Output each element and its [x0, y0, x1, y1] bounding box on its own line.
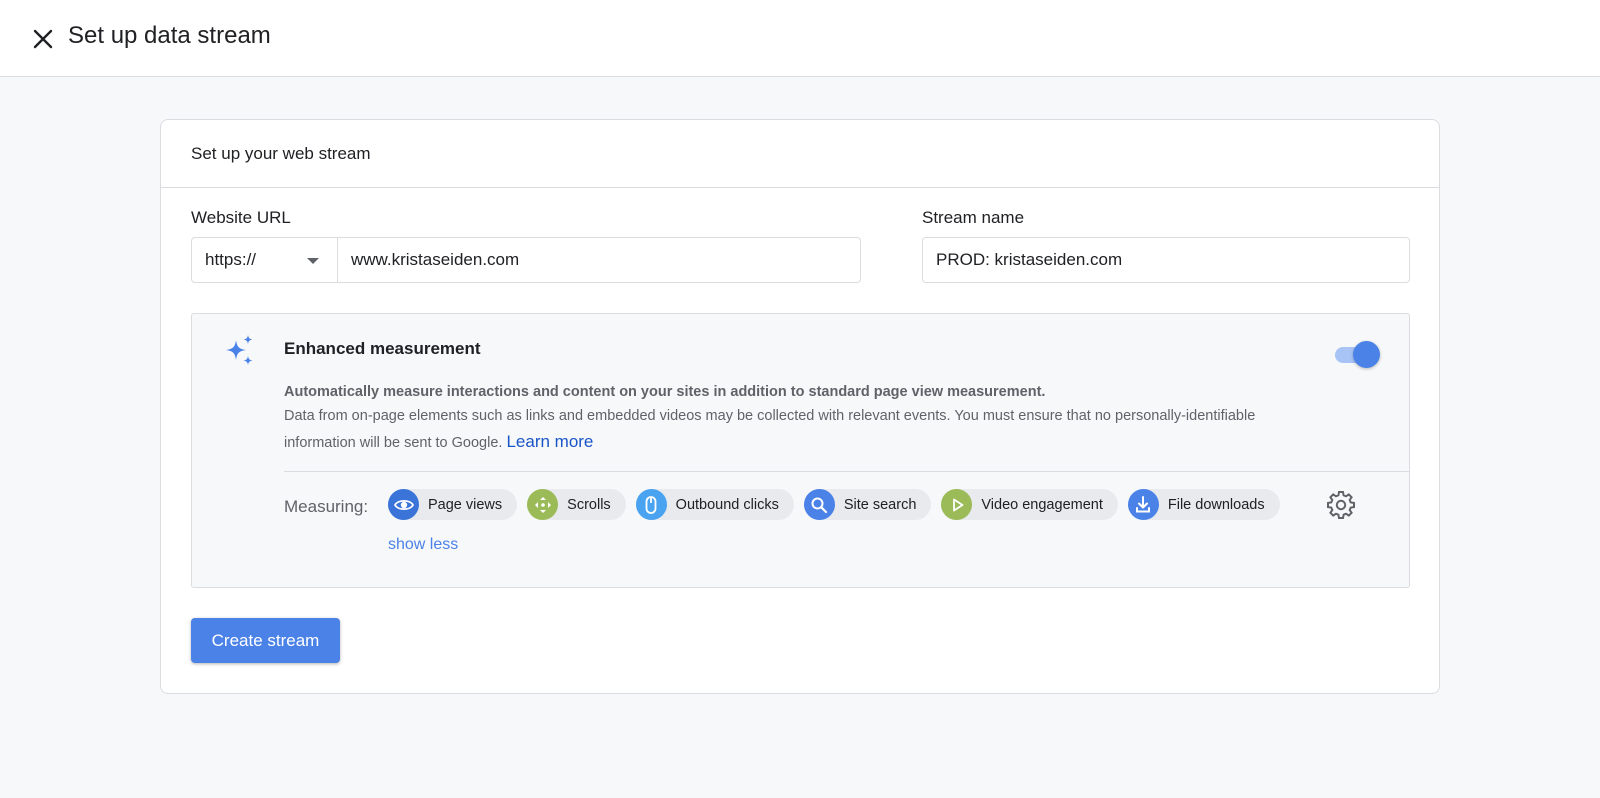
protocol-select[interactable]: https:// [192, 238, 338, 282]
chip-label: File downloads [1167, 496, 1265, 513]
chip-label: Scrolls [567, 496, 611, 513]
stream-name-field [922, 237, 1410, 283]
search-icon [803, 489, 835, 520]
page-title: Set up data stream [68, 22, 271, 49]
chip-file-downloads[interactable]: File downloads [1127, 489, 1280, 520]
chip-video-engagement[interactable]: Video engagement [941, 489, 1118, 520]
chip-scrolls[interactable]: Scrolls [527, 489, 626, 520]
mouse-icon [635, 489, 667, 520]
divider [284, 471, 1409, 472]
chip-site-search[interactable]: Site search [803, 489, 932, 520]
enhanced-measurement-title: Enhanced measurement [284, 339, 481, 358]
website-url-label: Website URL [191, 208, 291, 227]
chip-label: Video engagement [981, 496, 1103, 513]
close-button[interactable] [28, 24, 58, 54]
top-bar: Set up data stream [0, 0, 1600, 77]
scroll-arrows-icon [527, 489, 559, 520]
protocol-value: https:// [205, 250, 257, 269]
play-icon [941, 489, 973, 520]
website-url-input[interactable] [338, 238, 860, 282]
chip-label: Page views [428, 496, 503, 513]
toggle-knob [1353, 341, 1380, 368]
chip-label: Outbound clicks [675, 496, 779, 513]
enhanced-measurement-panel: Enhanced measurement Automatically measu… [191, 313, 1410, 588]
enhanced-measurement-description: Data from on-page elements such as links… [284, 404, 1294, 456]
download-icon [1127, 489, 1159, 520]
chevron-down-icon [307, 258, 319, 264]
card-header: Set up your web stream [161, 120, 1439, 188]
card-title: Set up your web stream [191, 144, 371, 163]
eye-icon [388, 489, 419, 520]
enhanced-measurement-toggle[interactable] [1335, 340, 1381, 368]
close-icon [33, 29, 53, 49]
privacy-notice: Data from on-page elements such as links… [284, 408, 1256, 451]
show-less-link[interactable]: show less [388, 536, 458, 554]
learn-more-link[interactable]: Learn more [506, 432, 593, 451]
stream-name-label: Stream name [922, 208, 1025, 227]
gear-icon[interactable] [1327, 491, 1355, 519]
measuring-label: Measuring: [284, 497, 369, 516]
chip-page-views[interactable]: Page views [388, 489, 518, 520]
chip-outbound-clicks[interactable]: Outbound clicks [635, 489, 794, 520]
website-url-group: https:// [191, 237, 861, 283]
measurement-chips: Page views Scrolls Outbound clicks Site … [388, 489, 1280, 520]
web-stream-card: Set up your web stream Website URL https… [160, 119, 1440, 694]
chip-label: Site search [843, 496, 917, 513]
stream-name-input[interactable] [923, 238, 1409, 282]
create-stream-button[interactable]: Create stream [191, 618, 340, 663]
sparkle-icon [226, 335, 253, 365]
enhanced-measurement-summary: Automatically measure interactions and c… [284, 384, 1046, 400]
